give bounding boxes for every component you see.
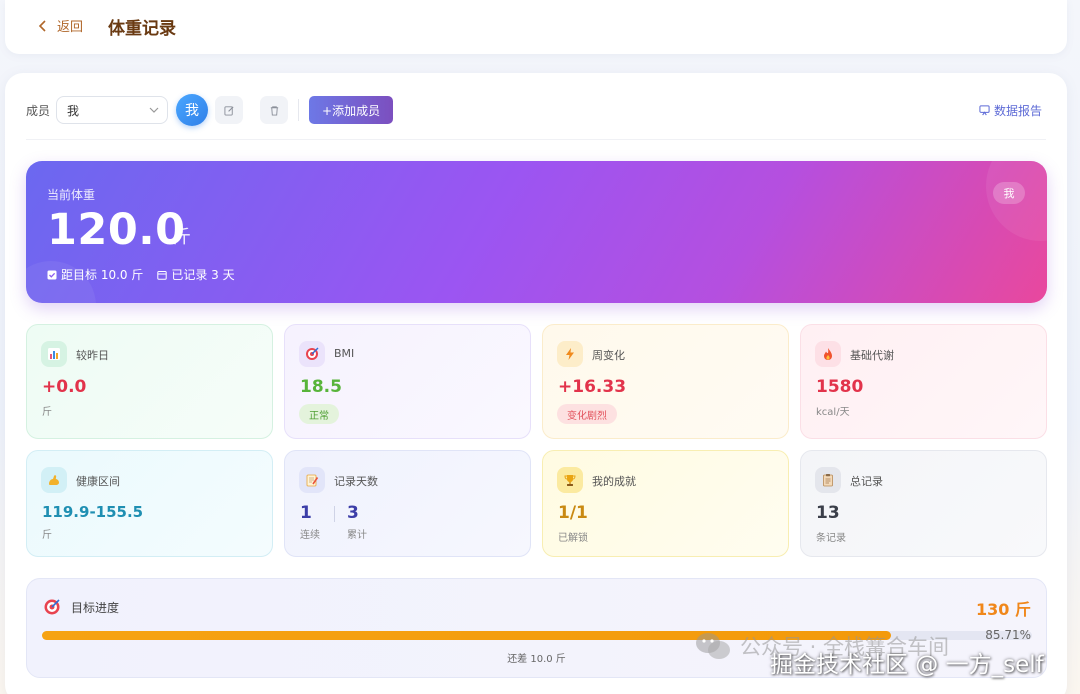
goal-progress-percent: 85.71%: [985, 628, 1031, 642]
back-button[interactable]: 返回: [37, 16, 83, 35]
flame-icon: [815, 341, 841, 367]
recorded-days: 已记录 3 天: [157, 266, 235, 283]
goal-distance-text: 距目标 10.0 斤: [61, 268, 144, 282]
lightning-icon: [557, 341, 583, 367]
top-bar: 返回 体重记录: [5, 0, 1067, 54]
goal-progress-title: 目标进度: [71, 601, 120, 615]
stat-value: 1/1: [558, 503, 588, 523]
stat-value: 18.5: [300, 377, 342, 397]
member-select[interactable]: 我: [56, 96, 169, 124]
stat-unit: 已解锁: [558, 533, 588, 544]
trash-icon: [270, 105, 278, 116]
total-label: 累计: [347, 530, 367, 541]
streak-days: 1: [300, 503, 312, 523]
toolbar-divider-line: [26, 139, 1046, 140]
bar-chart-icon: [41, 341, 67, 367]
stat-card-healthy-range[interactable]: 健康区间 119.9-155.5 斤: [26, 450, 273, 557]
target-icon: [299, 341, 325, 367]
page-title: 体重记录: [108, 19, 176, 39]
stat-value: +16.33: [558, 377, 627, 397]
stat-card-bmr[interactable]: 基础代谢 1580 kcal/天: [800, 324, 1047, 439]
status-badge: 变化剧烈: [557, 404, 617, 424]
member-label: 成员: [26, 103, 51, 118]
total-days: 3: [347, 503, 359, 523]
stat-unit: 斤: [42, 530, 52, 541]
record-days-values: 1 连续 3 累计: [300, 503, 367, 541]
current-weight-value: 120.0: [47, 205, 186, 255]
stat-title: 总记录: [850, 475, 883, 488]
goal-target-weight: 130 斤: [976, 600, 1031, 619]
stat-value: 13: [816, 503, 840, 523]
add-member-button[interactable]: +添加成员: [309, 96, 394, 124]
stat-card-bmi[interactable]: BMI 18.5 正常: [284, 324, 531, 439]
chevron-down-icon: [149, 107, 159, 113]
stat-value: 119.9-155.5: [42, 503, 144, 521]
stat-title: 我的成就: [592, 475, 636, 488]
current-weight-card: 当前体重 120.0 斤 距目标 10.0 斤 已记录 3 天 我: [26, 161, 1047, 303]
chevron-left-icon: [38, 19, 46, 32]
stat-unit: 条记录: [816, 533, 846, 544]
stat-card-total-records[interactable]: 总记录 13 条记录: [800, 450, 1047, 557]
memo-icon: [299, 467, 325, 493]
stat-card-achievements[interactable]: 我的成就 1/1 已解锁: [542, 450, 789, 557]
report-icon: [979, 105, 990, 116]
goal-distance: 距目标 10.0 斤: [47, 266, 143, 283]
calendar-icon: [157, 270, 168, 280]
checkbox-icon: [47, 270, 57, 279]
member-avatar-button[interactable]: 我: [176, 94, 209, 126]
stat-unit: kcal/天: [816, 407, 850, 418]
recorded-days-text: 已记录 3 天: [171, 268, 235, 282]
target-icon: [44, 599, 60, 615]
muscle-icon: [41, 467, 67, 493]
current-weight-unit: 斤: [173, 227, 191, 248]
current-weight-label: 当前体重: [47, 188, 96, 202]
stat-title: 基础代谢: [850, 349, 894, 362]
current-weight-meta: 距目标 10.0 斤 已记录 3 天: [47, 266, 235, 283]
stat-title: 较昨日: [76, 349, 109, 362]
stat-title: 周变化: [592, 349, 625, 362]
stat-title: BMI: [334, 347, 355, 360]
member-select-value: 我: [67, 103, 80, 118]
edit-member-button[interactable]: [215, 96, 244, 124]
toolbar-divider: [298, 99, 300, 121]
stat-title: 记录天数: [334, 475, 378, 488]
back-label: 返回: [57, 20, 84, 35]
clipboard-icon: [815, 467, 841, 493]
stat-card-weekly-change[interactable]: 周变化 +16.33 变化剧烈: [542, 324, 789, 439]
wechat-icon: [696, 633, 730, 659]
stat-value: +0.0: [42, 377, 87, 397]
status-badge: 正常: [299, 404, 339, 424]
stat-unit: 斤: [42, 407, 52, 418]
juejin-watermark: 掘金技术社区 @ 一方_self: [770, 652, 1044, 678]
data-report-label: 数据报告: [994, 104, 1043, 118]
edit-icon: [223, 105, 234, 116]
member-badge: 我: [993, 182, 1025, 204]
stat-value: 1580: [816, 377, 864, 397]
stat-card-vs-yesterday[interactable]: 较昨日 +0.0 斤: [26, 324, 273, 439]
stat-title: 健康区间: [76, 475, 120, 488]
record-days-separator: [334, 506, 335, 522]
member-toolbar: 成员 我 我 +添加成员: [26, 94, 394, 126]
streak-label: 连续: [300, 530, 320, 541]
stat-card-record-days[interactable]: 记录天数 1 连续 3 累计: [284, 450, 531, 557]
delete-member-button[interactable]: [260, 96, 289, 124]
trophy-icon: [557, 467, 583, 493]
data-report-link[interactable]: 数据报告: [979, 102, 1042, 119]
